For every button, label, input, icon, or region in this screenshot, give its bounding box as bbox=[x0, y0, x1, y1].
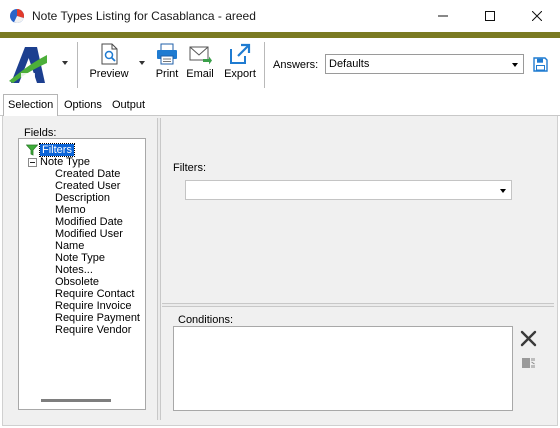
fields-tree[interactable]: Filters Note Type Created Date Created U… bbox=[18, 138, 146, 410]
minimize-icon bbox=[438, 15, 448, 17]
vertical-splitter[interactable] bbox=[157, 118, 161, 420]
filter-funnel-icon bbox=[26, 144, 38, 156]
app-icon bbox=[10, 9, 24, 23]
tree-item-field[interactable]: Created Date bbox=[55, 168, 120, 180]
chevron-down-icon bbox=[512, 63, 518, 67]
collapse-icon[interactable] bbox=[28, 158, 37, 167]
tree-item-field[interactable]: Created User bbox=[55, 180, 120, 192]
minimize-button[interactable] bbox=[420, 0, 466, 32]
toolbar-separator bbox=[264, 42, 265, 88]
close-button[interactable] bbox=[514, 0, 560, 32]
print-button[interactable]: Print bbox=[152, 42, 182, 88]
preview-menu-chevron-down-icon[interactable] bbox=[139, 61, 145, 65]
toolbar-separator bbox=[77, 42, 78, 88]
save-answers-icon[interactable] bbox=[533, 57, 548, 72]
print-label: Print bbox=[155, 68, 179, 80]
preview-label: Preview bbox=[89, 68, 129, 80]
tree-item-field[interactable]: Notes... bbox=[55, 264, 93, 276]
company-logo-icon bbox=[7, 43, 49, 85]
chevron-down-icon bbox=[500, 189, 506, 193]
horizontal-scrollbar[interactable] bbox=[41, 399, 111, 402]
export-button[interactable]: Export bbox=[221, 42, 259, 88]
email-icon bbox=[189, 46, 212, 65]
tree-item-field[interactable]: Obsolete bbox=[55, 276, 99, 288]
email-label: Email bbox=[186, 68, 214, 80]
tab-options[interactable]: Options bbox=[60, 96, 106, 116]
answers-dropdown[interactable]: Defaults bbox=[325, 54, 524, 74]
close-icon bbox=[532, 11, 542, 21]
window-title: Note Types Listing for Casablanca - aree… bbox=[32, 9, 256, 23]
tree-group-note-type[interactable]: Note Type bbox=[40, 156, 90, 168]
conditions-list[interactable] bbox=[173, 326, 513, 411]
clear-conditions-icon[interactable] bbox=[520, 330, 537, 347]
export-label: Export bbox=[224, 68, 256, 80]
horizontal-splitter[interactable] bbox=[162, 303, 554, 307]
email-button[interactable]: Email bbox=[185, 42, 215, 88]
print-icon bbox=[157, 43, 177, 65]
tree-item-field[interactable]: Modified Date bbox=[55, 216, 123, 228]
tab-output[interactable]: Output bbox=[108, 96, 149, 116]
tree-item-field[interactable]: Modified User bbox=[55, 228, 123, 240]
tab-selection[interactable]: Selection bbox=[3, 94, 59, 117]
answers-value: Defaults bbox=[329, 58, 370, 70]
tree-item-field[interactable]: Note Type bbox=[55, 252, 105, 264]
tree-item-field[interactable]: Require Vendor bbox=[55, 324, 131, 336]
edit-condition-icon[interactable] bbox=[521, 356, 536, 370]
tree-item-field[interactable]: Memo bbox=[55, 204, 86, 216]
tree-item-field[interactable]: Require Invoice bbox=[55, 300, 131, 312]
maximize-icon bbox=[485, 11, 495, 21]
filters-label: Filters: bbox=[173, 162, 206, 174]
toolbar: Preview Print Email Export Answers: Defa… bbox=[0, 38, 560, 92]
logo-menu-chevron-down-icon[interactable] bbox=[62, 61, 68, 65]
answers-label: Answers: bbox=[273, 59, 319, 71]
conditions-label: Conditions: bbox=[178, 314, 234, 326]
tree-item-field[interactable]: Require Payment bbox=[55, 312, 140, 324]
maximize-button[interactable] bbox=[467, 0, 513, 32]
preview-button[interactable]: Preview bbox=[86, 42, 132, 88]
tree-item-field[interactable]: Description bbox=[55, 192, 110, 204]
filters-dropdown[interactable] bbox=[185, 180, 512, 200]
tree-item-field[interactable]: Require Contact bbox=[55, 288, 135, 300]
tree-item-field[interactable]: Name bbox=[55, 240, 84, 252]
preview-icon bbox=[101, 43, 118, 65]
tree-item-filters[interactable]: Filters bbox=[39, 143, 75, 157]
export-icon bbox=[230, 43, 251, 64]
title-bar: Note Types Listing for Casablanca - aree… bbox=[0, 0, 560, 32]
